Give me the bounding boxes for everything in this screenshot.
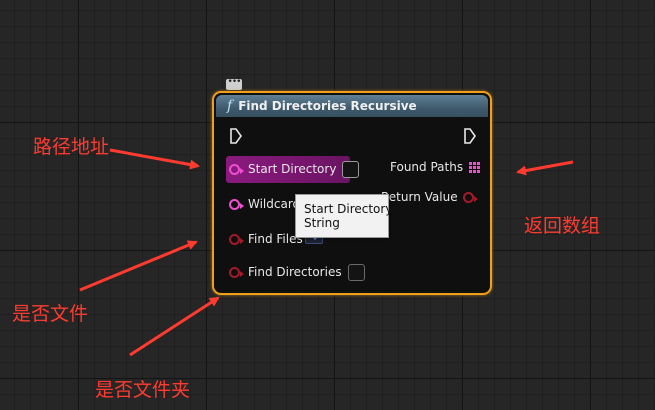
arrow-return-array — [516, 160, 574, 176]
annotation-return-array: 返回数组 — [524, 215, 601, 237]
string-pin-icon[interactable] — [229, 198, 244, 210]
tooltip-line-2: String — [304, 216, 340, 230]
wildcard-input[interactable]: Wildcard — [229, 193, 300, 215]
return-value-output[interactable]: Return Value — [381, 186, 478, 208]
find-directories-input[interactable]: Find Directories — [229, 261, 365, 283]
arrow-path-address — [109, 148, 200, 170]
find-directories-label: Find Directories — [248, 265, 342, 279]
array-pin-icon[interactable] — [469, 161, 481, 173]
return-value-label: Return Value — [381, 190, 458, 204]
found-paths-label: Found Paths — [390, 160, 464, 174]
annotation-path-address: 路径地址 — [33, 136, 110, 158]
found-paths-output[interactable]: Found Paths — [390, 156, 481, 178]
tooltip-line-1: Start Directory — [304, 202, 393, 216]
bool-pin-icon[interactable] — [462, 191, 478, 203]
annotation-is-file: 是否文件 — [12, 303, 89, 325]
bool-pin-icon[interactable] — [229, 266, 244, 278]
function-icon: f — [227, 98, 233, 114]
node-header[interactable]: f Find Directories Recursive — [216, 95, 488, 117]
start-directory-textbox[interactable] — [342, 160, 360, 178]
node-title: Find Directories Recursive — [238, 99, 417, 113]
find-files-input[interactable]: Find Files — [229, 228, 303, 250]
pin-tooltip: Start Directory String — [295, 194, 393, 238]
find-directories-checkbox[interactable] — [347, 263, 365, 281]
start-directory-label: Start Directory — [248, 162, 337, 176]
start-directory-input[interactable]: Start Directory — [229, 158, 360, 180]
arrow-is-folder — [129, 296, 220, 357]
bool-pin-icon[interactable] — [229, 233, 244, 245]
arrow-is-file — [79, 240, 198, 292]
wildcard-label: Wildcard — [248, 197, 301, 211]
exec-in-pin-icon[interactable] — [229, 128, 243, 144]
annotation-is-folder: 是否文件夹 — [95, 379, 191, 401]
exec-out-pin-icon[interactable] — [463, 128, 477, 144]
string-pin-icon[interactable] — [229, 163, 244, 175]
comment-bubble-icon[interactable]: ••• — [226, 78, 242, 90]
